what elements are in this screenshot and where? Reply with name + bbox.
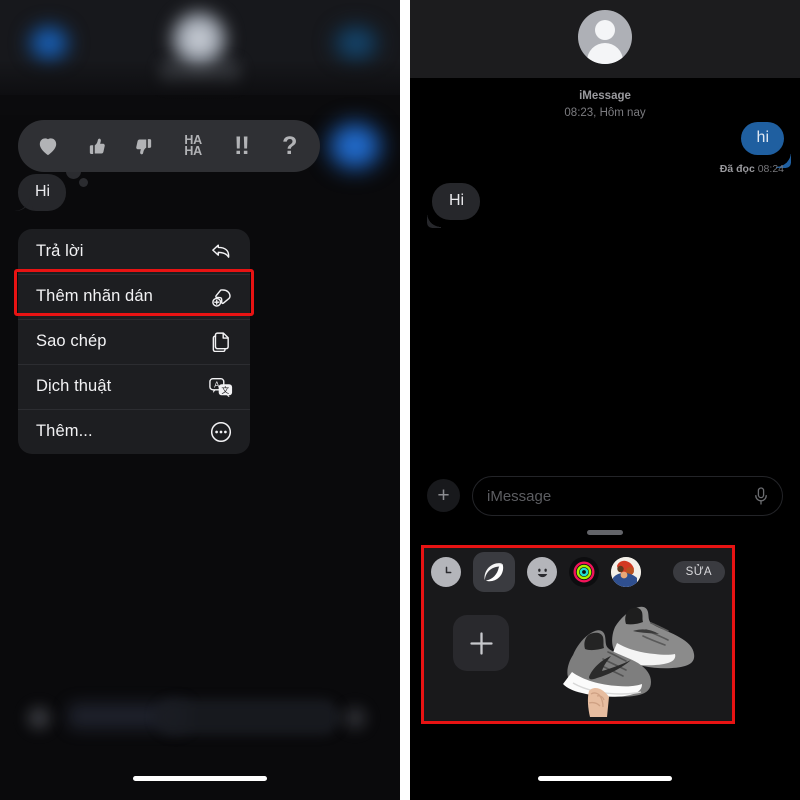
context-tail-dot-small <box>79 178 88 187</box>
contact-avatar[interactable] <box>578 10 632 64</box>
outgoing-message-text: hi <box>756 129 769 146</box>
tab-memoji[interactable] <box>611 557 641 587</box>
back-chevron-icon[interactable] <box>25 22 73 64</box>
read-receipt-time: 08:24 <box>757 163 784 175</box>
incoming-message-text: Hi <box>449 192 465 209</box>
sticker-icon <box>484 563 504 582</box>
home-indicator <box>538 776 672 781</box>
double-exclamation-icon[interactable]: !! <box>224 129 258 163</box>
context-menu-item-reply[interactable]: Trả lời <box>18 229 250 274</box>
sticker-drawer-tabs: SỬA <box>421 551 735 593</box>
tab-activity[interactable] <box>569 557 599 587</box>
more-ellipsis-icon <box>208 419 234 445</box>
right-phone-screen: iMessage 08:23, Hôm nay hi Đã đọc 08:24 … <box>410 0 800 800</box>
question-mark-icon[interactable]: ? <box>273 129 307 163</box>
dual-screenshot-container: HA HA !! ? Hi Trả lời Thêm nhãn dán Sao … <box>0 0 800 800</box>
tapback-reaction-bar[interactable]: HA HA !! ? <box>18 120 320 172</box>
haha-line-2: HA <box>184 144 202 158</box>
drawer-grabber-handle[interactable] <box>587 530 623 535</box>
haha-icon[interactable]: HA HA <box>176 129 210 163</box>
message-context-menu[interactable]: Trả lời Thêm nhãn dán Sao chép Dịch thuậ… <box>18 229 250 454</box>
message-input-field[interactable]: iMessage <box>472 476 783 516</box>
tab-emoji[interactable] <box>527 557 557 587</box>
facetime-icon[interactable] <box>330 22 382 64</box>
left-phone-screen: HA HA !! ? Hi Trả lời Thêm nhãn dán Sao … <box>0 0 400 800</box>
blurred-plus-icon <box>22 701 56 735</box>
copy-icon <box>208 329 234 355</box>
context-menu-item-more[interactable]: Thêm... <box>18 409 250 454</box>
microphone-icon[interactable] <box>754 486 768 506</box>
read-receipt-label: Đã đọc <box>719 163 755 175</box>
blurred-microphone-icon <box>338 701 372 735</box>
message-composer: + iMessage <box>410 472 800 520</box>
home-indicator <box>133 776 267 781</box>
tab-stickers[interactable] <box>473 552 515 592</box>
context-menu-item-add-sticker[interactable]: Thêm nhãn dán <box>18 274 250 319</box>
add-attachment-button[interactable]: + <box>427 479 460 512</box>
timestamp-text: 08:23, Hôm nay <box>564 107 646 120</box>
sticker-nike-sneakers[interactable] <box>533 599 703 717</box>
translate-icon: A 文 <box>208 374 234 400</box>
bubble-tail <box>32 196 46 211</box>
context-menu-item-label: Thêm... <box>36 422 93 440</box>
context-menu-item-label: Sao chép <box>36 332 107 350</box>
context-menu-item-label: Dịch thuật <box>36 377 112 395</box>
blurred-outgoing-bubble <box>324 118 386 174</box>
edit-label: SỬA <box>685 566 712 578</box>
avatar-body <box>587 43 623 64</box>
add-sticker-icon <box>208 284 234 310</box>
thumbs-up-icon[interactable] <box>79 129 113 163</box>
screen-divider <box>400 0 410 800</box>
message-input-placeholder: iMessage <box>487 487 552 505</box>
read-receipt: Đã đọc 08:24 <box>720 163 784 175</box>
context-menu-item-translate[interactable]: Dịch thuật A 文 <box>18 364 250 409</box>
header-fade <box>0 60 400 115</box>
plus-icon <box>469 631 493 655</box>
focused-message-bubble[interactable]: Hi <box>18 174 67 211</box>
heart-icon[interactable] <box>31 129 65 163</box>
thumbs-down-icon[interactable] <box>128 129 162 163</box>
avatar-head <box>595 20 615 40</box>
add-new-sticker-button[interactable] <box>453 615 509 671</box>
context-menu-item-label: Thêm nhãn dán <box>36 287 153 305</box>
tab-recents[interactable] <box>431 557 461 587</box>
svg-text:文: 文 <box>221 385 229 395</box>
service-label: iMessage <box>579 90 631 102</box>
blurred-composer-field <box>155 699 340 735</box>
outgoing-message-bubble[interactable]: hi <box>740 122 784 155</box>
incoming-bubble-tail <box>427 213 441 228</box>
reply-arrow-icon <box>208 239 234 265</box>
sticker-drawer: SỬA <box>421 545 735 724</box>
context-menu-item-copy[interactable]: Sao chép <box>18 319 250 364</box>
context-menu-item-label: Trả lời <box>36 242 84 260</box>
edit-stickers-button[interactable]: SỬA <box>672 561 725 583</box>
blurred-composer-bar <box>0 689 400 745</box>
conversation-timestamp: iMessage 08:23, Hôm nay <box>410 88 800 123</box>
